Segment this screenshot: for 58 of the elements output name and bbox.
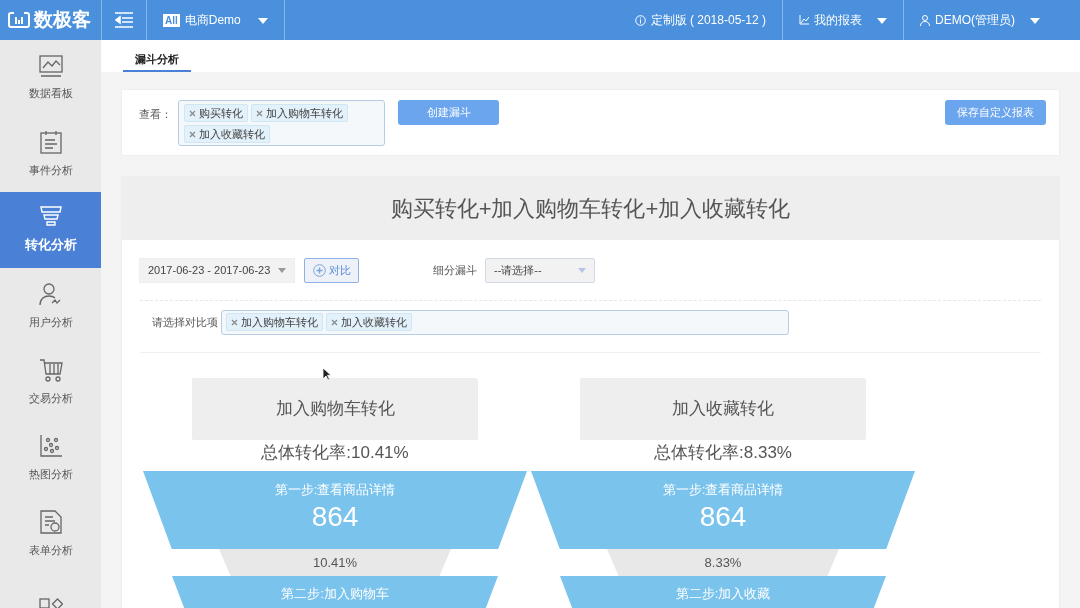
version-label: 定制版 ( 2018-05-12 ) [618, 0, 782, 40]
sidebar-item[interactable]: 热图分析 [0, 420, 101, 496]
plus-icon [312, 264, 326, 277]
user-icon [38, 281, 63, 306]
overall-conversion-rate: 总体转化率:10.41% [261, 442, 409, 464]
line-chart-icon [38, 54, 63, 77]
step-conversion-rate: 8.33% [607, 549, 839, 576]
step-label: 第二步:加入收藏 [675, 585, 771, 603]
compare-tag: 加入收藏转化 [326, 313, 412, 331]
caret-icon [257, 17, 268, 24]
segment-label: 细分漏斗 [433, 263, 477, 279]
scatter-chart-icon [38, 433, 63, 458]
sidebar-item[interactable]: 转化分析 [0, 192, 101, 268]
step-value: 864 [699, 500, 747, 534]
caret-icon [877, 17, 887, 24]
sidebar-item[interactable]: 表单分析 [0, 496, 101, 572]
funnel-title: 加入购物车转化 [192, 378, 478, 440]
sidebar-item[interactable]: 用户分析 [0, 268, 101, 344]
compare-label: 请选择对比项 [152, 315, 219, 331]
caret-icon [278, 268, 286, 273]
report-title: 购买转化+加入购物车转化+加入收藏转化 [390, 195, 791, 223]
event-tag: 加入购物车转化 [251, 104, 348, 122]
step-value: 864 [311, 500, 359, 534]
remove-icon[interactable] [331, 318, 338, 326]
step-label: 第一步:查看商品详情 [662, 481, 784, 499]
remove-icon[interactable] [189, 109, 196, 117]
logo-icon [8, 11, 30, 29]
user-icon [920, 14, 930, 26]
compare-tag: 加入购物车转化 [226, 313, 323, 331]
caret-icon [1030, 17, 1040, 24]
cursor-icon [322, 367, 331, 381]
step-label: 第一步:查看商品详情 [274, 481, 396, 499]
caret-icon [578, 268, 586, 273]
date-range-select[interactable]: 2017-06-23 - 2017-06-23 [139, 258, 295, 283]
event-tag: 购买转化 [184, 104, 248, 122]
tab[interactable]: 漏斗分析 [123, 40, 191, 72]
cart-icon [38, 357, 63, 382]
event-select-field[interactable]: 购买转化 加入购物车转化 加入收藏转化 [178, 100, 385, 146]
step-conversion-rate: 10.41% [219, 549, 451, 576]
event-tag: 加入收藏转化 [184, 125, 270, 143]
sidebar-item[interactable]: 数据看板 [0, 40, 101, 116]
funnel-icon [39, 205, 62, 228]
sidebar-item[interactable]: 交易分析 [0, 344, 101, 420]
brand-name: 数极客 [34, 7, 91, 32]
remove-icon[interactable] [189, 130, 196, 138]
info-icon [634, 14, 646, 26]
chart-icon [799, 15, 809, 25]
clipboard-icon [39, 129, 62, 154]
overall-conversion-rate: 总体转化率:8.33% [654, 442, 792, 464]
step-label: 第二步:加入购物车 [281, 585, 389, 603]
funnel-title: 加入收藏转化 [580, 378, 866, 440]
remove-icon[interactable] [231, 318, 238, 326]
segment-select[interactable]: --请选择-- [485, 258, 595, 283]
filter-label: 查看： [139, 107, 173, 122]
remove-icon[interactable] [256, 109, 263, 117]
sidebar-item[interactable]: 事件分析 [0, 116, 101, 192]
document-icon [39, 509, 62, 534]
compare-select-field[interactable]: 加入购物车转化 加入收藏转化 [221, 310, 789, 335]
